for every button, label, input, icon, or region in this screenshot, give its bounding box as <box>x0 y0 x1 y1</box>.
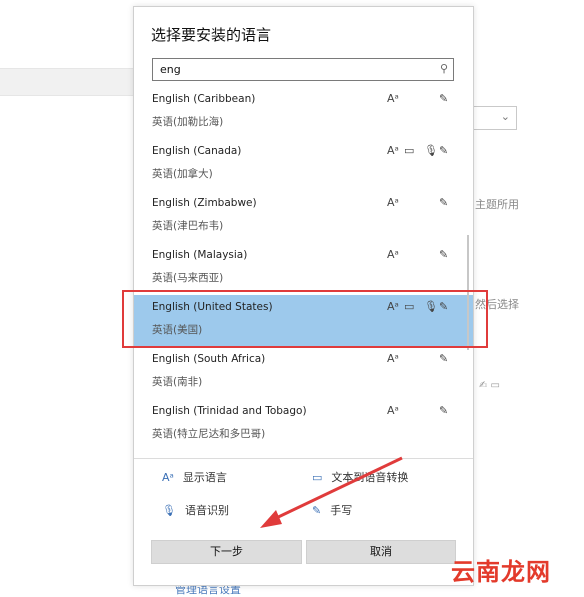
watermark-logo: 云南龙网 <box>451 558 551 586</box>
arrow-annotation <box>260 456 403 528</box>
